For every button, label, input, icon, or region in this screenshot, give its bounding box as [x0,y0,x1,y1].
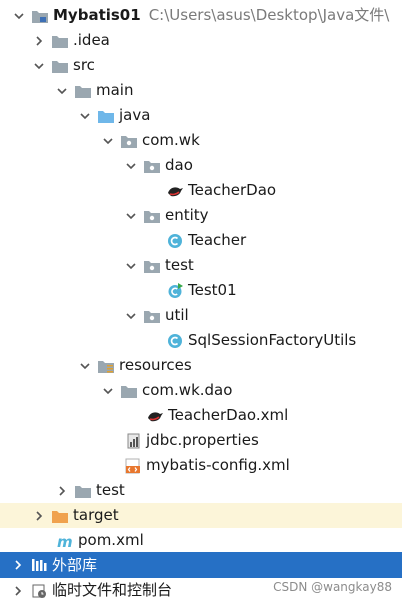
xml-file-icon [124,458,142,474]
runnable-class-icon [166,282,184,299]
chevron-down-icon[interactable] [77,358,93,374]
tree-item-idea[interactable]: .idea [0,28,402,53]
scratches-icon [30,583,48,599]
folder-icon [120,383,138,399]
package-icon [143,208,161,224]
tree-item-label: Teacher [188,231,247,249]
class-icon [166,333,184,349]
tree-item-label: .idea [73,31,110,49]
package-icon [143,258,161,274]
tree-item-teacherdao-xml[interactable]: TeacherDao.xml [0,403,402,428]
chevron-right-icon[interactable] [31,508,47,524]
class-icon [166,233,184,249]
chevron-down-icon[interactable] [123,258,139,274]
chevron-down-icon[interactable] [100,133,116,149]
tree-item-label: jdbc.properties [146,431,259,449]
tree-item-label: TeacherDao [188,181,277,199]
tree-item-package-test[interactable]: test [0,253,402,278]
tree-item-src[interactable]: src [0,53,402,78]
tree-item-label: mybatis-config.xml [146,456,290,474]
tree-item-package-util[interactable]: util [0,303,402,328]
tree-item-label: pom.xml [78,531,144,549]
tree-item-pom[interactable]: m pom.xml [0,528,402,553]
tree-item-project-root[interactable]: Mybatis01 C:\Users\asus\Desktop\Java文件\ [0,3,402,28]
project-path: C:\Users\asus\Desktop\Java文件\ [148,6,390,24]
chevron-down-icon[interactable] [123,158,139,174]
package-icon [143,158,161,174]
tree-item-label: target [73,506,119,524]
tree-item-label: Test01 [188,281,237,299]
package-icon [143,308,161,324]
tree-item-resources[interactable]: resources [0,353,402,378]
tree-item-target[interactable]: target [0,503,402,528]
tree-item-java[interactable]: java [0,103,402,128]
tree-item-label: test [96,481,125,499]
tree-item-label: src [73,56,95,74]
tree-item-package-entity[interactable]: entity [0,203,402,228]
source-folder-icon [97,108,115,124]
tree-item-teacher[interactable]: Teacher [0,228,402,253]
chevron-down-icon[interactable] [123,308,139,324]
maven-icon: m [56,533,74,549]
tree-item-test-dir[interactable]: test [0,478,402,503]
folder-icon [51,58,69,74]
tree-item-mybatis-config[interactable]: mybatis-config.xml [0,453,402,478]
chevron-down-icon[interactable] [31,58,47,74]
tree-item-main[interactable]: main [0,78,402,103]
folder-icon [74,83,92,99]
tree-item-label: com.wk.dao [142,381,233,399]
tree-item-sqlsessionfactoryutils[interactable]: SqlSessionFactoryUtils [0,328,402,353]
tree-item-label: util [165,306,189,324]
chevron-right-icon[interactable] [10,557,26,573]
mybatis-bird-icon [146,408,164,424]
chevron-right-icon[interactable] [31,33,47,49]
tree-item-package-comwk[interactable]: com.wk [0,128,402,153]
tree-item-label: 临时文件和控制台 [52,581,173,599]
project-name: Mybatis01 [53,6,141,24]
package-icon [120,133,138,149]
tree-item-package-dao[interactable]: dao [0,153,402,178]
chevron-right-icon[interactable] [10,583,26,599]
tree-item-resource-package[interactable]: com.wk.dao [0,378,402,403]
tree-item-external-libraries[interactable]: 外部库 [0,552,402,578]
chevron-down-icon[interactable] [123,208,139,224]
tree-item-label: SqlSessionFactoryUtils [188,331,357,349]
module-folder-icon [31,8,49,24]
tree-item-label: resources [119,356,192,374]
chevron-right-icon[interactable] [54,483,70,499]
chevron-down-icon[interactable] [100,383,116,399]
tree-item-label: java [119,106,151,124]
library-icon [30,557,48,573]
tree-item-label: entity [165,206,209,224]
chevron-down-icon[interactable] [77,108,93,124]
resources-folder-icon [97,358,115,374]
tree-item-label: TeacherDao.xml [168,406,289,424]
tree-item-jdbc-properties[interactable]: jdbc.properties [0,428,402,453]
mybatis-bird-icon [166,183,184,199]
chevron-down-icon[interactable] [11,8,27,24]
tree-item-label: test [165,256,194,274]
watermark: CSDN @wangkay88 [273,580,392,594]
chevron-down-icon[interactable] [54,83,70,99]
tree-item-label: dao [165,156,193,174]
tree-item-label: 外部库 [52,555,98,574]
properties-file-icon [124,433,142,449]
excluded-folder-icon [51,508,69,524]
folder-icon [51,33,69,49]
tree-item-label: com.wk [142,131,200,149]
tree-item-teacherdao[interactable]: TeacherDao [0,178,402,203]
tree-item-test01[interactable]: Test01 [0,278,402,303]
folder-icon [74,483,92,499]
svg-text:m: m [57,533,73,549]
tree-item-label: main [96,81,134,99]
